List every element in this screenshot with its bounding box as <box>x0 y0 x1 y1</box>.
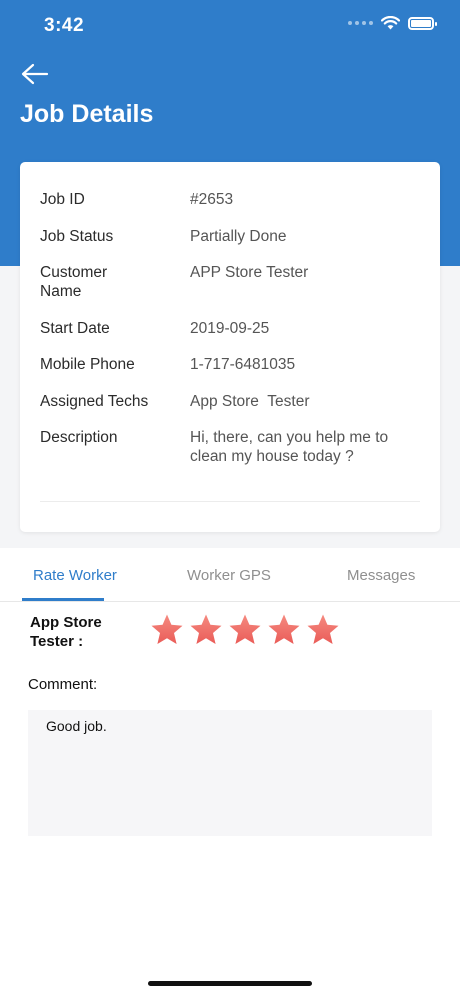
mobile-phone-value[interactable]: 1-717-6481035 <box>190 355 420 374</box>
assigned-techs-label: Assigned Techs <box>40 393 149 410</box>
page-title: Job Details <box>20 100 154 128</box>
battery-icon <box>408 16 437 30</box>
star-icon[interactable] <box>150 613 184 647</box>
job-details-card: Job ID #2653 Job Status Partially Done C… <box>20 162 440 532</box>
card-divider <box>40 501 420 502</box>
back-arrow-icon[interactable] <box>20 62 50 86</box>
tab-messages[interactable]: Messages <box>347 567 415 584</box>
job-id-value: #2653 <box>190 191 234 208</box>
mobile-phone-label: Mobile Phone <box>40 356 135 373</box>
star-icon[interactable] <box>306 613 340 647</box>
comment-input[interactable]: Good job. <box>28 710 432 836</box>
comment-label: Comment: <box>28 676 98 693</box>
home-indicator[interactable] <box>148 981 312 986</box>
star-icon[interactable] <box>189 613 223 647</box>
tab-bar: Rate Worker Worker GPS Messages <box>0 548 460 602</box>
status-time: 3:42 <box>44 15 85 36</box>
job-id-label: Job ID <box>40 191 85 208</box>
assigned-techs-value: App Store Tester <box>190 393 310 410</box>
star-icon[interactable] <box>267 613 301 647</box>
tab-rate-worker[interactable]: Rate Worker <box>33 567 117 584</box>
worker-name-label: App Store Tester : <box>30 614 102 650</box>
wifi-icon <box>381 16 400 30</box>
description-label: Description <box>40 429 118 446</box>
active-tab-indicator <box>22 598 104 601</box>
rating-panel: Rate Worker Worker GPS Messages App Stor… <box>0 548 460 996</box>
description-value: Hi, there, can you help me to clean my h… <box>190 429 389 465</box>
job-status-value: Partially Done <box>190 228 287 245</box>
status-icons <box>348 16 437 30</box>
job-status-label: Job Status <box>40 228 114 245</box>
start-date-label: Start Date <box>40 320 110 337</box>
cellular-signal-icon <box>348 21 373 25</box>
star-rating[interactable] <box>150 613 340 647</box>
status-bar: 3:42 <box>0 0 460 52</box>
customer-name-value: APP Store Tester <box>190 264 309 281</box>
tab-worker-gps[interactable]: Worker GPS <box>187 567 271 584</box>
customer-name-label: Customer Name <box>40 264 108 300</box>
star-icon[interactable] <box>228 613 262 647</box>
start-date-value: 2019-09-25 <box>190 320 270 337</box>
